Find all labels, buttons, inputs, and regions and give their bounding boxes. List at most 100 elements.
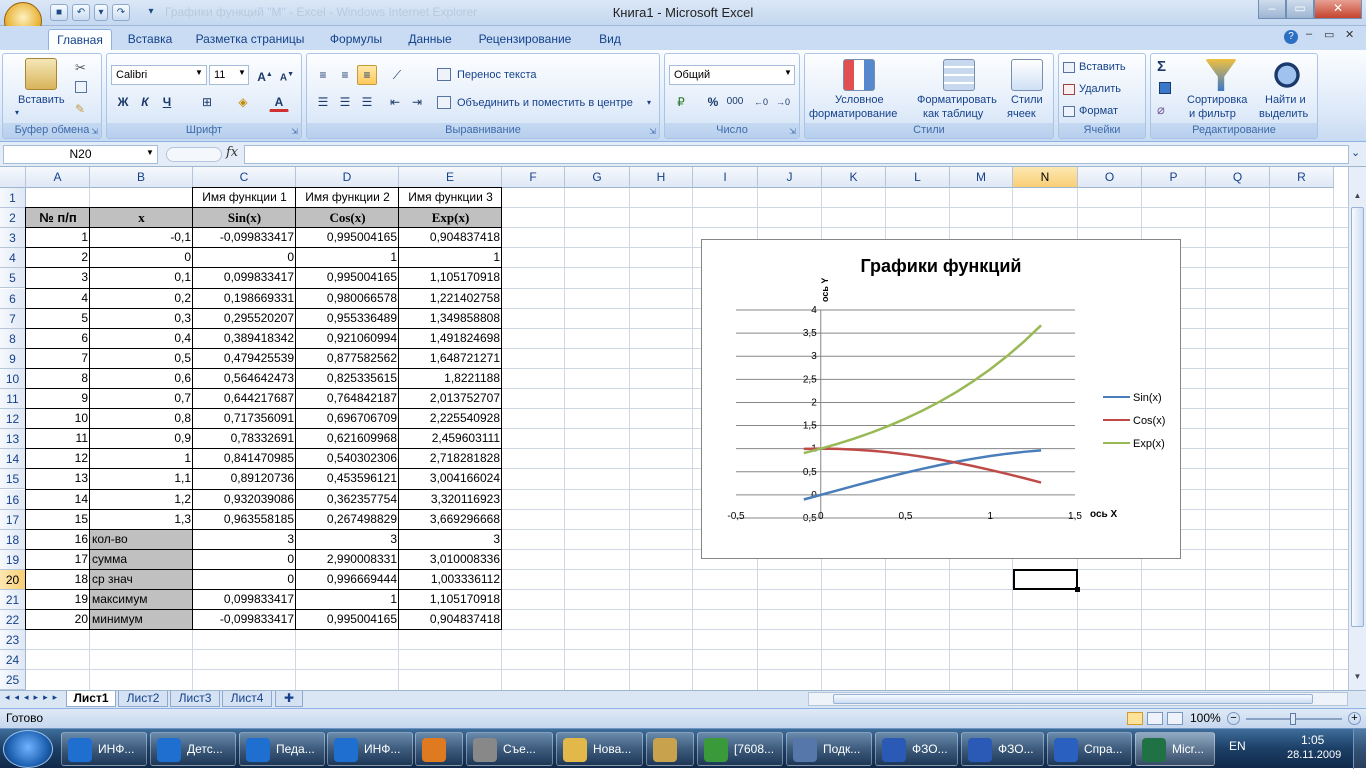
table-cell[interactable]: 0,362357754 — [296, 490, 399, 510]
scroll-thumb[interactable] — [833, 694, 1313, 704]
taskbar-folder-window[interactable]: Нова... — [556, 732, 643, 766]
stats-cell[interactable]: 17 — [26, 550, 90, 570]
column-header-N[interactable]: N — [1013, 167, 1078, 188]
decrease-decimal-icon[interactable]: →0 — [773, 92, 793, 112]
stats-cell[interactable]: 3 — [296, 530, 399, 550]
table-cell[interactable]: 3,320116923 — [399, 490, 502, 510]
column-header-B[interactable]: B — [90, 167, 193, 188]
table-cell[interactable]: 0,932039086 — [193, 490, 296, 510]
row-header-11[interactable]: 11 — [0, 389, 26, 410]
tab-insert[interactable]: Вставка — [120, 29, 180, 50]
language-indicator[interactable]: EN — [1229, 739, 1246, 753]
bold-button[interactable]: Ж — [113, 92, 133, 112]
table-cell[interactable]: 0,955336489 — [296, 309, 399, 329]
select-all-corner[interactable] — [0, 167, 26, 188]
table-cell[interactable]: 0,6 — [90, 369, 193, 389]
function-name-cell[interactable]: Имя функции 3 — [399, 188, 502, 208]
table-cell[interactable]: 5 — [26, 309, 90, 329]
workbook-minimize-icon[interactable]: – — [1306, 28, 1312, 40]
table-cell[interactable]: 8 — [26, 369, 90, 389]
table-header-cell[interactable]: Cos(x) — [296, 208, 399, 228]
horizontal-scrollbar[interactable] — [808, 692, 1348, 706]
stats-cell[interactable]: 20 — [26, 610, 90, 630]
font-color-icon[interactable]: A — [269, 92, 289, 112]
conditional-format-icon[interactable] — [843, 59, 875, 91]
table-cell[interactable]: 0,564642473 — [193, 369, 296, 389]
stats-cell[interactable]: сумма — [90, 550, 193, 570]
find-select-label-1[interactable]: Найти и — [1265, 94, 1306, 106]
table-cell[interactable]: 1,8221188 — [399, 369, 502, 389]
row-header-9[interactable]: 9 — [0, 348, 26, 369]
workbook-close-icon[interactable]: ✕ — [1345, 28, 1354, 41]
zoom-out-icon[interactable]: − — [1227, 712, 1240, 725]
insert-cells-button[interactable]: Вставить — [1079, 61, 1126, 73]
taskbar-ie-window-4[interactable]: ИНФ... — [327, 732, 413, 766]
stats-cell[interactable]: 18 — [26, 570, 90, 590]
table-cell[interactable]: 0,198669331 — [193, 289, 296, 309]
table-cell[interactable]: 0,9 — [90, 429, 193, 449]
stats-cell[interactable]: 19 — [26, 590, 90, 610]
table-cell[interactable]: 0,921060994 — [296, 329, 399, 349]
tab-home[interactable]: Главная — [48, 29, 112, 50]
sort-filter-label-2[interactable]: и фильтр — [1189, 108, 1236, 120]
show-desktop-button[interactable] — [1353, 729, 1366, 769]
dialog-launcher-icon[interactable]: ⇲ — [649, 127, 656, 136]
row-header-4[interactable]: 4 — [0, 248, 26, 269]
taskbar-word-window-2[interactable]: ФЗО... — [961, 732, 1044, 766]
table-cell[interactable]: 0,877582562 — [296, 349, 399, 369]
conditional-format-label-2[interactable]: форматирование — [809, 108, 897, 120]
table-cell[interactable]: 0,453596121 — [296, 469, 399, 489]
stats-cell[interactable]: ср знач — [90, 570, 193, 590]
minimize-button[interactable]: – — [1258, 0, 1286, 19]
new-sheet-icon[interactable]: ✚ — [275, 691, 303, 707]
borders-icon[interactable]: ⊞ — [197, 92, 217, 112]
table-cell[interactable]: 0,764842187 — [296, 389, 399, 409]
table-cell[interactable]: 2 — [26, 248, 90, 268]
currency-icon[interactable]: ₽ — [671, 92, 691, 112]
thousands-button[interactable]: 000 — [725, 92, 745, 112]
row-header-1[interactable]: 1 — [0, 188, 26, 209]
table-cell[interactable]: 0,389418342 — [193, 329, 296, 349]
row-header-12[interactable]: 12 — [0, 409, 26, 430]
table-cell[interactable]: 1,221402758 — [399, 289, 502, 309]
table-cell[interactable]: 7 — [26, 349, 90, 369]
table-cell[interactable]: -0,1 — [90, 228, 193, 248]
table-cell[interactable]: 0,89120736 — [193, 469, 296, 489]
close-button[interactable]: ✕ — [1314, 0, 1362, 19]
row-header-17[interactable]: 17 — [0, 509, 26, 530]
cell-styles-icon[interactable] — [1011, 59, 1043, 91]
column-header-D[interactable]: D — [296, 167, 399, 188]
table-cell[interactable]: 0,540302306 — [296, 449, 399, 469]
table-cell[interactable]: -0,099833417 — [193, 228, 296, 248]
align-center-icon[interactable]: ☰ — [335, 92, 355, 112]
stats-cell[interactable]: 0,099833417 — [193, 590, 296, 610]
column-header-J[interactable]: J — [758, 167, 822, 188]
font-name-select[interactable]: Calibri — [111, 65, 207, 85]
page-break-view-icon[interactable] — [1167, 712, 1183, 725]
tab-review[interactable]: Рецензирование — [470, 29, 580, 50]
row-header-23[interactable]: 23 — [0, 630, 26, 651]
row-header-7[interactable]: 7 — [0, 308, 26, 329]
column-header-G[interactable]: G — [565, 167, 630, 188]
merge-center-button[interactable]: Объединить и поместить в центре — [457, 97, 633, 109]
table-cell[interactable]: 2,013752707 — [399, 389, 502, 409]
table-header-cell[interactable]: Exp(x) — [399, 208, 502, 228]
sheet-nav-icons[interactable]: ◂◂◂▸▸▸ — [5, 692, 62, 703]
column-header-A[interactable]: A — [26, 167, 90, 188]
column-header-F[interactable]: F — [502, 167, 565, 188]
align-bottom-icon[interactable]: ≡ — [357, 65, 377, 85]
help-icon[interactable]: ? — [1284, 30, 1298, 44]
stats-cell[interactable]: 0,904837418 — [399, 610, 502, 630]
taskbar-ie-window-3[interactable]: Педа... — [239, 732, 325, 766]
format-cells-icon[interactable] — [1063, 106, 1075, 117]
autosum-icon[interactable]: Σ — [1157, 58, 1166, 75]
scroll-down-icon[interactable]: ▼ — [1351, 672, 1364, 684]
table-header-cell[interactable]: x — [90, 208, 193, 228]
table-cell[interactable]: 15 — [26, 510, 90, 530]
cell-styles-label-1[interactable]: Стили — [1011, 94, 1043, 106]
row-header-14[interactable]: 14 — [0, 449, 26, 470]
conditional-format-label-1[interactable]: Условное — [835, 94, 884, 106]
table-cell[interactable]: 1,3 — [90, 510, 193, 530]
italic-button[interactable]: К — [135, 92, 155, 112]
normal-view-icon[interactable] — [1127, 712, 1143, 725]
